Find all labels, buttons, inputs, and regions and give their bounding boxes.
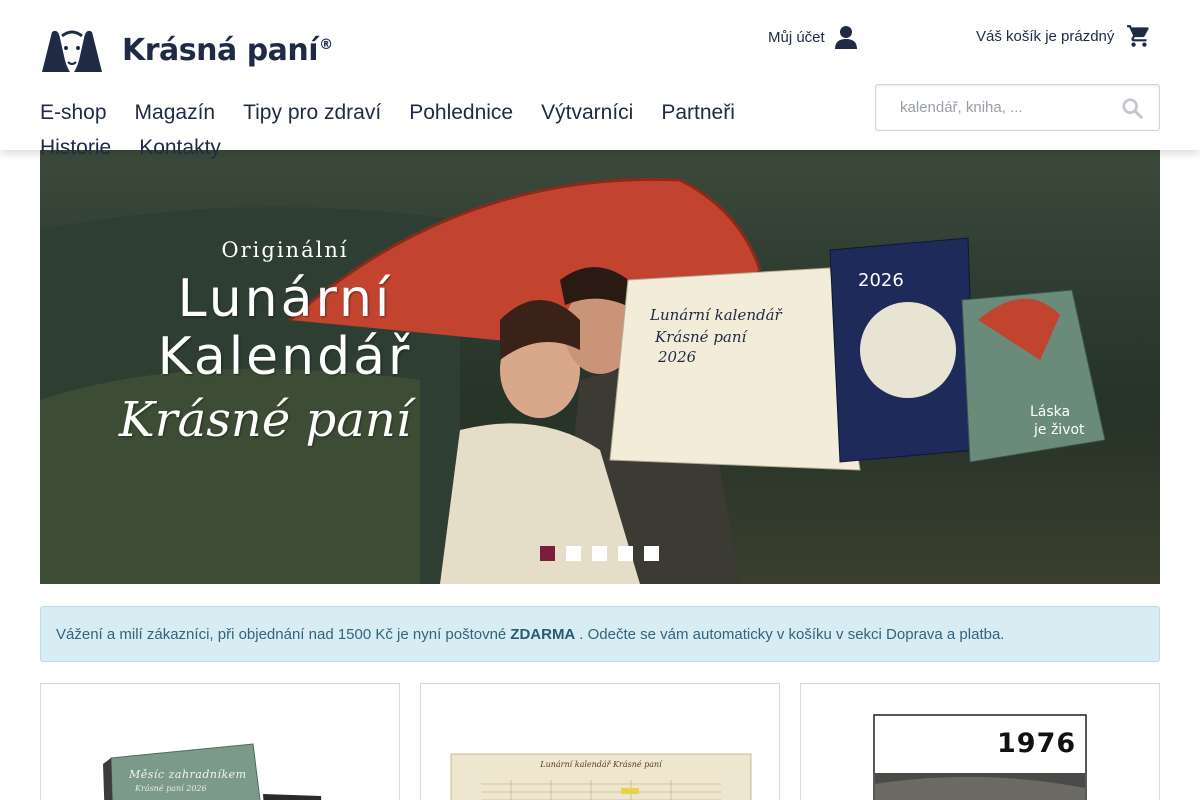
cart-link[interactable]: Váš košík je prázdný <box>976 23 1152 49</box>
cart-icon <box>1127 25 1150 47</box>
cart-label: Váš košík je prázdný <box>976 27 1115 45</box>
desk-calendar-line3: 2026 <box>657 348 697 366</box>
shipping-notice: Vážení a milí zákazníci, při objednání n… <box>40 606 1160 662</box>
product-image-1 <box>103 743 322 800</box>
card-doc-title: Lunární kalendář Krásné paní <box>540 760 662 769</box>
hero-text: Originální Lunární Kalendář Krásné paní <box>119 238 450 448</box>
logo-mark <box>42 30 102 72</box>
site-header: Krásná paní® Můj účet Váš košík je prázd… <box>0 0 1200 159</box>
account-link[interactable]: Můj účet <box>768 25 857 49</box>
wall-calendar-year: 2026 <box>858 270 904 291</box>
notice-text-after: . Odečte se vám automaticky v košíku v s… <box>579 625 1005 643</box>
main-nav: E-shop Magazín Tipy pro zdraví Pohlednice Vý… <box>40 95 820 165</box>
product-card-1[interactable]: Měsíc zahradníkem Krásné paní 2026 <box>40 683 400 800</box>
user-icon <box>834 26 857 49</box>
carousel-dot-5[interactable] <box>644 546 659 561</box>
logo[interactable]: Krásná paní® <box>40 26 333 74</box>
search-icon[interactable] <box>1121 97 1143 119</box>
desk-calendar-line1: Lunární kalendář <box>649 306 784 324</box>
carousel-dots <box>540 546 659 561</box>
nav-item-partneri[interactable]: Partneři <box>661 95 735 130</box>
logo-text: Krásná paní® <box>122 32 333 68</box>
notice-highlight: ZDARMA <box>510 625 576 643</box>
hero-title-line1: Lunární <box>177 269 393 329</box>
account-label: Můj účet <box>768 28 825 46</box>
hero-title: Lunární Kalendář <box>120 270 450 386</box>
card-cover-sub: Krásné paní 2026 <box>135 784 207 793</box>
nav-item-kontakty[interactable]: Kontakty <box>139 130 221 165</box>
nav-item-magazin[interactable]: Magazín <box>135 95 216 130</box>
product-image-3 <box>873 714 1087 800</box>
carousel-dot-1[interactable] <box>540 546 555 561</box>
hero-title-line2: Kalendář <box>157 327 413 387</box>
desk-calendar-line2: Krásné paní <box>654 328 749 346</box>
card-cover-title: Měsíc zahradníkem <box>129 768 247 781</box>
hero-carousel[interactable]: Lunární kalendář Krásné paní 2026 2026 L… <box>40 150 1160 584</box>
nav-item-historie[interactable]: Historie <box>40 130 111 165</box>
product-card-3[interactable]: 1976 <box>800 683 1160 800</box>
carousel-dot-4[interactable] <box>618 546 633 561</box>
card-year: 1976 <box>997 728 1077 759</box>
notice-text-before: Vážení a milí zákazníci, při objednání n… <box>56 625 507 643</box>
product-card-2[interactable]: Lunární kalendář Krásné paní <box>420 683 780 800</box>
nav-item-vytvarnici[interactable]: Výtvarníci <box>541 95 633 130</box>
nav-item-eshop[interactable]: E-shop <box>40 95 107 130</box>
search-box <box>875 84 1160 131</box>
carousel-dot-3[interactable] <box>592 546 607 561</box>
nav-item-pohlednice[interactable]: Pohlednice <box>409 95 513 130</box>
carousel-dot-2[interactable] <box>566 546 581 561</box>
book-line1: Láska <box>1030 404 1070 420</box>
hero-kicker: Originální <box>221 238 349 262</box>
book-line2: je život <box>1033 422 1085 438</box>
product-image-2 <box>450 753 752 800</box>
search-input[interactable] <box>876 85 1106 130</box>
nav-item-tipy[interactable]: Tipy pro zdraví <box>243 95 381 130</box>
hero-script: Krásné paní <box>118 392 412 448</box>
